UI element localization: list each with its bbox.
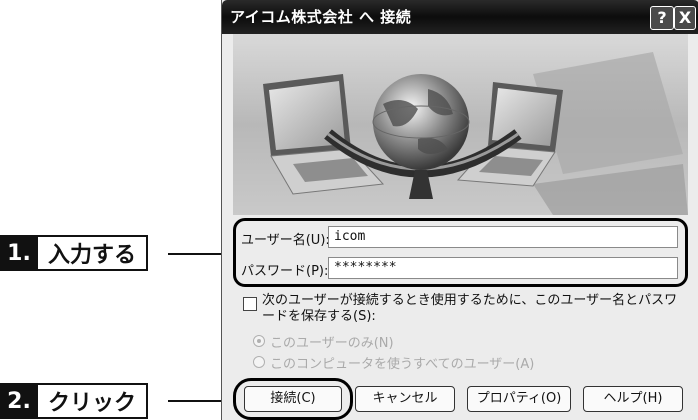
callout-arrow-1	[168, 253, 226, 255]
properties-button[interactable]: プロパティ(O)	[467, 386, 571, 412]
step-number: 2.	[0, 383, 38, 419]
radio-me-only-label: このユーザーのみ(N)	[270, 336, 394, 351]
network-banner-image	[233, 34, 688, 215]
globe-laptops-illustration	[263, 52, 688, 215]
callout-arrow-2	[168, 400, 226, 402]
username-label: ユーザー名(U):	[241, 233, 330, 248]
step-text: クリック	[38, 383, 149, 419]
radio-me-only[interactable]	[253, 335, 265, 347]
help-button[interactable]: ヘルプ(H)	[583, 386, 683, 412]
title-bar[interactable]: アイコム株式会社 へ 接続 ? X	[222, 0, 698, 34]
username-field[interactable]: icom	[328, 226, 678, 248]
connect-button[interactable]: 接続(C)	[244, 386, 342, 412]
save-credentials-label: 次のユーザーが接続するとき使用するために、このユーザー名とパスワードを保存する(…	[262, 293, 678, 324]
step-number: 1.	[0, 235, 38, 271]
password-field[interactable]: ********	[328, 257, 678, 279]
step-text: 入力する	[38, 235, 149, 271]
password-label: パスワード(P):	[241, 264, 329, 279]
radio-all-users[interactable]	[253, 356, 265, 368]
callout-step-2: 2. クリック	[0, 383, 149, 419]
callout-step-1: 1. 入力する	[0, 235, 149, 271]
radio-all-users-label: このコンピュータを使うすべてのユーザー(A)	[270, 357, 535, 372]
help-title-button[interactable]: ?	[650, 6, 674, 30]
save-credentials-checkbox[interactable]	[243, 297, 257, 311]
close-button[interactable]: X	[674, 6, 696, 30]
cancel-button[interactable]: キャンセル	[355, 386, 455, 412]
dialog-title: アイコム株式会社 へ 接続	[230, 8, 412, 26]
